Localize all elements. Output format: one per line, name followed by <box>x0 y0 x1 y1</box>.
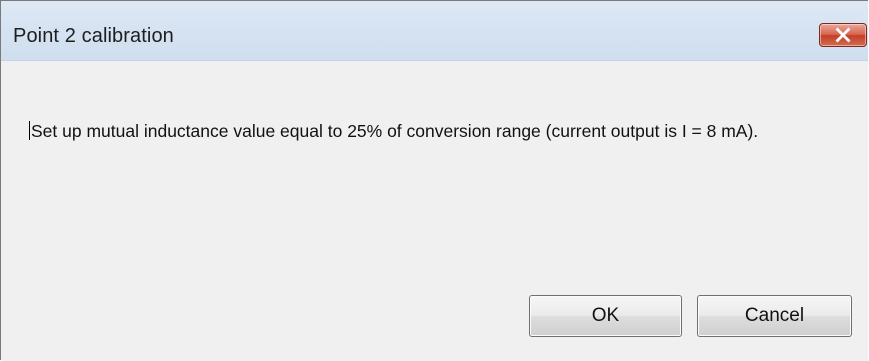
ok-button[interactable]: OK <box>529 295 682 337</box>
title-bar[interactable]: Point 2 calibration <box>1 1 868 61</box>
cancel-button[interactable]: Cancel <box>697 295 852 337</box>
close-icon <box>835 27 851 43</box>
message-body: Set up mutual inductance value equal to … <box>31 121 759 141</box>
calibration-dialog: Point 2 calibration Set up mutual induct… <box>0 0 868 361</box>
text-caret <box>29 121 30 140</box>
close-button[interactable] <box>819 23 867 47</box>
message-text: Set up mutual inductance value equal to … <box>29 121 849 141</box>
window-title: Point 2 calibration <box>13 25 174 47</box>
